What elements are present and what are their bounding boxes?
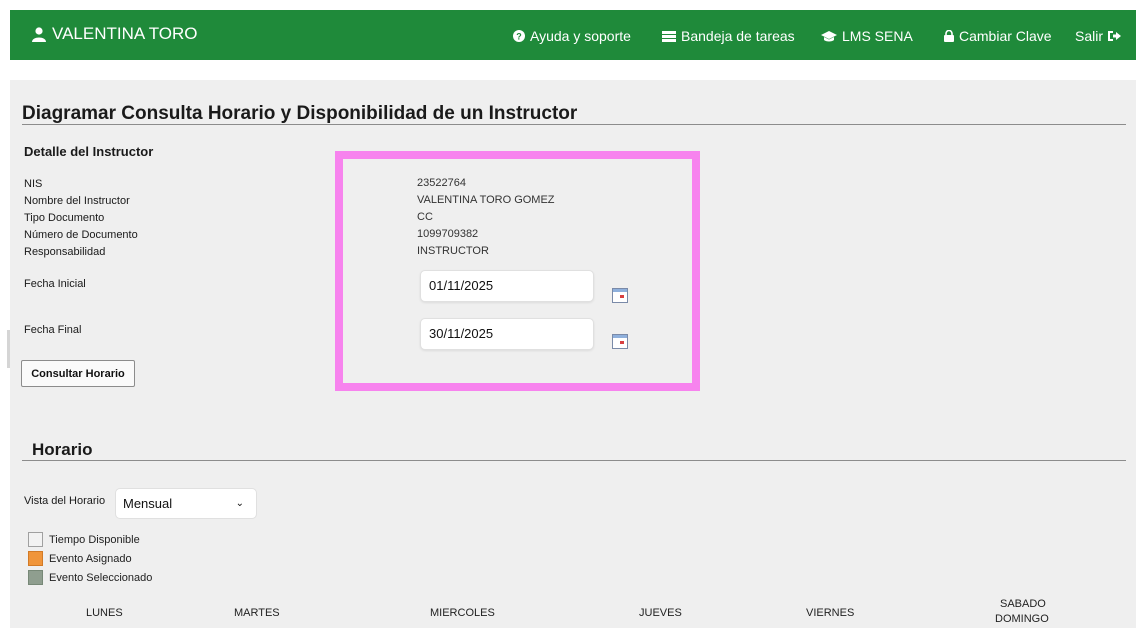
- legend-item: Evento Seleccionado: [28, 570, 152, 585]
- nav-change-password-link[interactable]: Cambiar Clave: [944, 28, 1052, 44]
- consult-schedule-button[interactable]: Consultar Horario: [21, 360, 135, 387]
- chevron-down-icon: ⌄: [235, 498, 244, 509]
- lock-icon: [944, 30, 954, 42]
- legend-label-assigned: Evento Asignado: [49, 552, 132, 565]
- day-header-tuesday: MARTES: [234, 607, 280, 619]
- day-header-wednesday: MIERCOLES: [430, 607, 495, 619]
- detail-title: Detalle del Instructor: [24, 144, 154, 159]
- nav-logout-label: Salir: [1075, 28, 1104, 44]
- graduation-cap-icon: [821, 30, 837, 41]
- view-label: Vista del Horario: [24, 495, 106, 507]
- schedule-divider: [22, 460, 1126, 461]
- inbox-tray-icon: [662, 30, 676, 42]
- legend-swatch-available: [28, 532, 43, 547]
- day-header-friday: VIERNES: [806, 607, 855, 619]
- label-responsibility: Responsabilidad: [24, 246, 106, 258]
- legend-swatch-assigned: [28, 551, 43, 566]
- legend-swatch-selected: [28, 570, 43, 585]
- label-instructor-name: Nombre del Instructor: [24, 195, 130, 207]
- schedule-title: Horario: [32, 440, 93, 459]
- day-header-monday: LUNES: [86, 607, 123, 619]
- day-header-thursday: JUEVES: [639, 607, 682, 619]
- legend-label-available: Tiempo Disponible: [49, 533, 140, 546]
- nav-tasks-link[interactable]: Bandeja de tareas: [662, 28, 795, 44]
- nav-logout-link[interactable]: Salir: [1075, 28, 1122, 44]
- question-circle-icon: ?: [513, 30, 525, 42]
- page-title: Diagramar Consulta Horario y Disponibili…: [22, 103, 578, 124]
- day-header-saturday: SABADO: [1000, 598, 1046, 610]
- view-select[interactable]: Mensual ⌄: [115, 488, 257, 519]
- nav-change-password-label: Cambiar Clave: [959, 28, 1052, 44]
- day-header-sunday: DOMINGO: [995, 613, 1049, 625]
- nav-help-link[interactable]: ? Ayuda y soporte: [513, 28, 631, 44]
- legend-label-selected: Evento Seleccionado: [49, 571, 153, 584]
- nav-tasks-label: Bandeja de tareas: [681, 28, 795, 44]
- svg-text:?: ?: [516, 32, 522, 42]
- nav-lms-link[interactable]: LMS SENA: [821, 28, 913, 44]
- label-nis: NIS: [24, 178, 43, 190]
- label-document-type: Tipo Documento: [24, 212, 105, 224]
- label-start-date: Fecha Inicial: [24, 278, 86, 290]
- user-name: VALENTINA TORO: [52, 24, 198, 43]
- sign-out-icon: [1108, 31, 1122, 41]
- label-end-date: Fecha Final: [24, 324, 82, 336]
- highlight-box: [335, 151, 700, 391]
- nav-lms-label: LMS SENA: [842, 28, 913, 44]
- label-document-number: Número de Documento: [24, 229, 138, 241]
- nav-help-label: Ayuda y soporte: [530, 28, 631, 44]
- title-divider: [22, 124, 1126, 125]
- user-menu[interactable]: VALENTINA TORO: [32, 24, 198, 44]
- user-icon: [32, 26, 46, 42]
- legend-item: Tiempo Disponible: [28, 532, 140, 547]
- top-navbar: VALENTINA TORO ? Ayuda y soporte Bandeja…: [10, 10, 1136, 60]
- legend-item: Evento Asignado: [28, 551, 132, 566]
- view-select-value: Mensual: [123, 496, 173, 511]
